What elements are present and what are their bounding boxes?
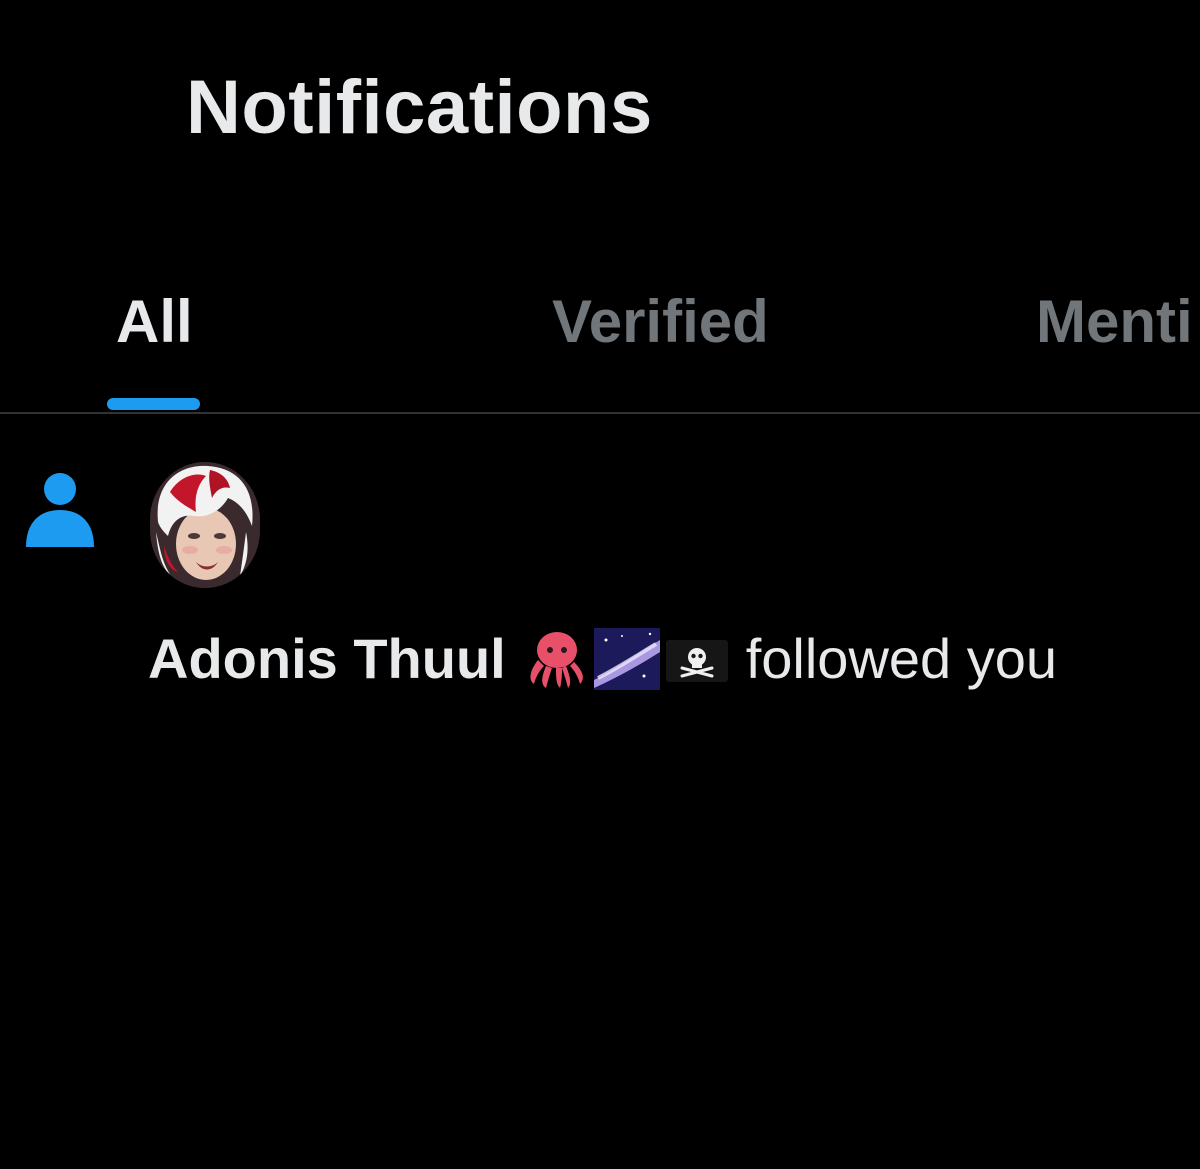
notification-tabs: All Verified Menti	[0, 280, 1200, 413]
user-name[interactable]: Adonis Thuul	[148, 631, 506, 687]
pirate-flag-emoji	[665, 640, 728, 682]
active-tab-indicator	[107, 398, 200, 410]
notification-item[interactable]: Adonis Thuul followed you	[0, 414, 1200, 734]
milky-way-emoji	[593, 628, 660, 690]
page-title: Notifications	[186, 65, 653, 150]
avatar-image	[150, 462, 260, 588]
person-icon	[26, 473, 94, 547]
tab-mentions[interactable]: Menti	[1036, 292, 1193, 352]
tab-all[interactable]: All	[116, 292, 193, 352]
action-text: followed you	[745, 627, 1058, 690]
notification-text: Adonis Thuul followed you	[148, 626, 1057, 692]
user-avatar[interactable]	[150, 462, 260, 588]
tab-verified[interactable]: Verified	[552, 292, 769, 352]
octopus-emoji	[530, 632, 583, 688]
